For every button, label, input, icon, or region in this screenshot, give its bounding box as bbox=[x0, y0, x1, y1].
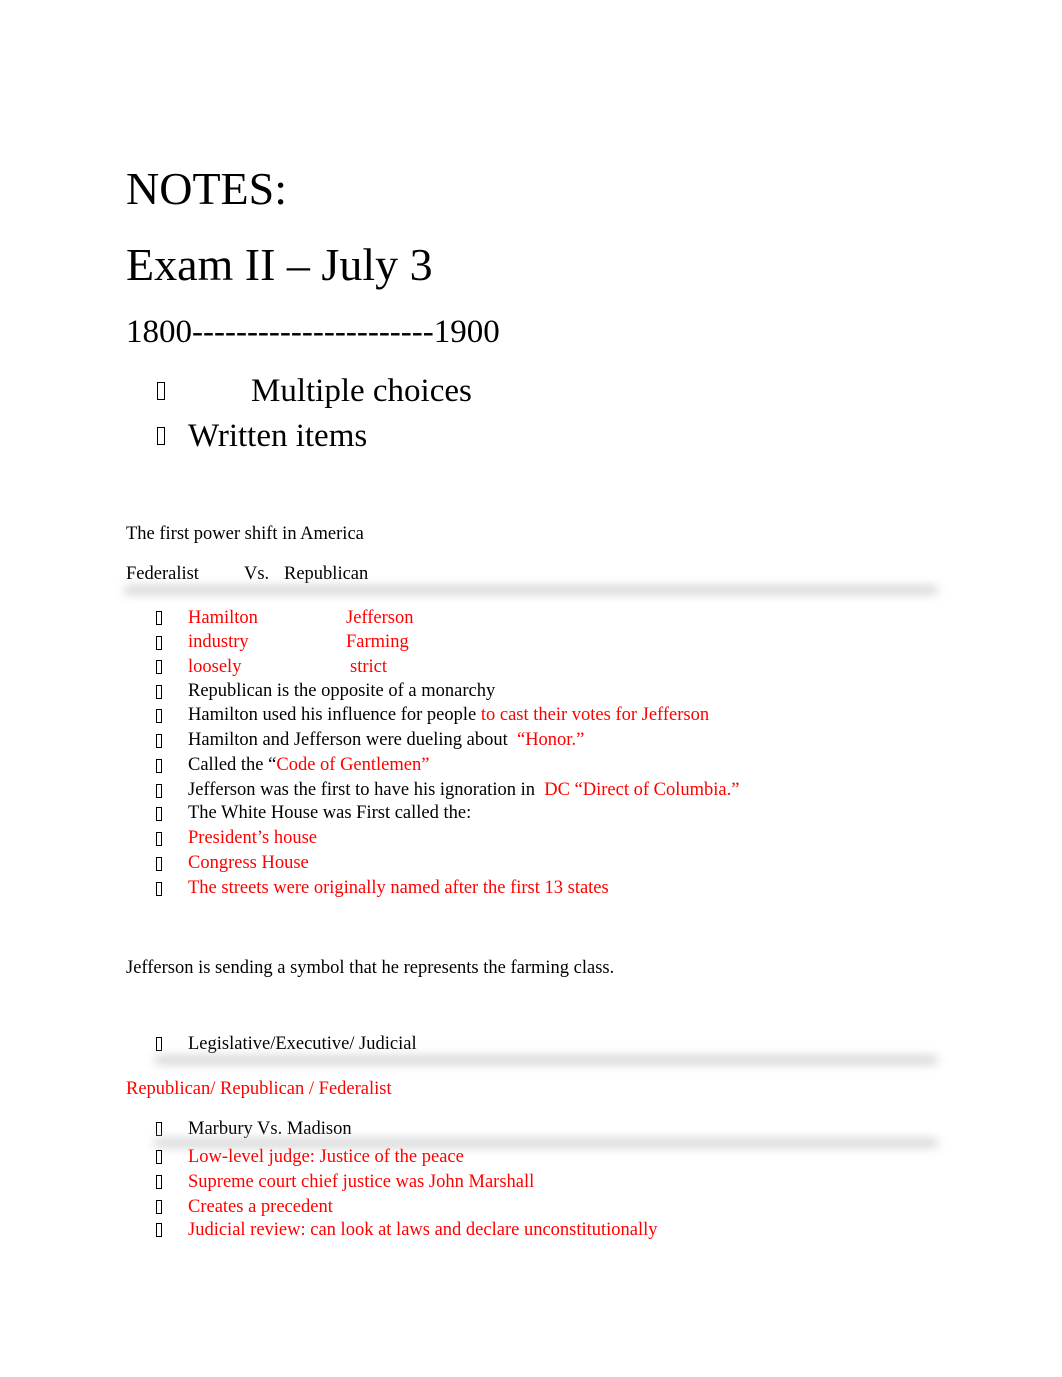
versus-mid: Vs. bbox=[244, 564, 270, 584]
comparison-right: Jefferson bbox=[346, 608, 414, 628]
bullet-icon bbox=[157, 427, 165, 445]
shadow-divider bbox=[154, 1056, 938, 1064]
comparison-right: Farming bbox=[346, 632, 409, 652]
bullet-icon bbox=[156, 709, 162, 723]
bullet-icon bbox=[156, 857, 162, 871]
comparison-left: loosely bbox=[188, 657, 242, 677]
versus-right: Republican bbox=[284, 564, 369, 584]
list-item: The streets were originally named after … bbox=[188, 879, 609, 898]
item-text: Hamilton used his influence for people bbox=[188, 705, 481, 725]
list-item: Hamilton used his influence for people t… bbox=[188, 706, 709, 725]
list-item: The White House was First called the: bbox=[188, 804, 471, 823]
list-item-text: Creates a precedent bbox=[188, 1197, 333, 1217]
bullet-icon bbox=[156, 660, 162, 674]
bullet-icon bbox=[156, 636, 162, 650]
list-item-text: Judicial review: can look at laws and de… bbox=[188, 1220, 658, 1240]
list-item-text: Multiple choices bbox=[251, 373, 472, 409]
section-intro: The first power shift in America bbox=[126, 524, 364, 544]
document-page: { "heading": { "title": "NOTES:", "subti… bbox=[0, 0, 1062, 1377]
list-item: Republican is the opposite of a monarchy bbox=[188, 682, 495, 701]
bullet-icon bbox=[156, 1122, 162, 1136]
item-text: Called the “ bbox=[188, 755, 277, 775]
bullet-icon bbox=[156, 734, 162, 748]
item-answer: DC “Direct of Columbia.” bbox=[544, 780, 740, 800]
list-item-text: Supreme court chief justice was John Mar… bbox=[188, 1172, 535, 1192]
bullet-icon bbox=[156, 1200, 162, 1214]
list-item: Jefferson was the first to have his igno… bbox=[188, 781, 739, 800]
shadow-divider bbox=[154, 1139, 938, 1147]
item-text: The White House was First called the: bbox=[188, 803, 472, 823]
list-item-text: Low-level judge: Justice of the peace bbox=[188, 1147, 464, 1167]
item-text: Jefferson was the first to have his igno… bbox=[188, 780, 545, 800]
item-answer: “Honor.” bbox=[516, 730, 585, 750]
item-answer: Code of Gentlemen” bbox=[276, 755, 430, 775]
timeline-range: 1800----------------------1900 bbox=[126, 314, 500, 350]
bullet-icon bbox=[156, 759, 162, 773]
list-item: Called the “Code of Gentlemen” bbox=[188, 756, 429, 775]
bullet-icon bbox=[156, 807, 162, 821]
bullet-icon bbox=[156, 1175, 162, 1189]
bullet-icon bbox=[156, 1223, 162, 1237]
case-title: Marbury Vs. Madison bbox=[188, 1119, 352, 1139]
farming-statement: Jefferson is sending a symbol that he re… bbox=[126, 958, 615, 978]
versus-left: Federalist bbox=[126, 564, 199, 584]
item-answer: The streets were originally named after … bbox=[188, 878, 609, 898]
list-item-text: Written items bbox=[188, 418, 368, 454]
bullet-icon bbox=[156, 1150, 162, 1164]
item-answer: Congress House bbox=[188, 853, 309, 873]
list-item: Hamilton and Jefferson were dueling abou… bbox=[188, 731, 584, 750]
comparison-left: industry bbox=[188, 632, 249, 652]
branches-answer: Republican/ Republican / Federalist bbox=[126, 1079, 392, 1099]
list-item: President’s house bbox=[188, 829, 317, 848]
bullet-icon bbox=[156, 882, 162, 896]
bullet-icon bbox=[156, 832, 162, 846]
item-answer: to cast their votes for Jefferson bbox=[480, 705, 710, 725]
shadow-divider bbox=[124, 586, 938, 594]
exam-subtitle: Exam II – July 3 bbox=[126, 239, 433, 290]
comparison-right: strict bbox=[350, 657, 387, 677]
item-text: Hamilton and Jefferson were dueling abou… bbox=[188, 730, 517, 750]
comparison-left: Hamilton bbox=[188, 608, 258, 628]
notes-title: NOTES: bbox=[126, 163, 287, 214]
branches-text: Legislative/Executive/ Judicial bbox=[188, 1034, 417, 1054]
list-item: Congress House bbox=[188, 854, 309, 873]
bullet-icon bbox=[156, 685, 162, 699]
bullet-icon bbox=[156, 1037, 162, 1051]
bullet-icon bbox=[157, 382, 165, 400]
item-text: Republican is the opposite of a monarchy bbox=[188, 681, 496, 701]
item-answer: President’s house bbox=[188, 828, 317, 848]
bullet-icon bbox=[156, 784, 162, 798]
bullet-icon bbox=[156, 611, 162, 625]
